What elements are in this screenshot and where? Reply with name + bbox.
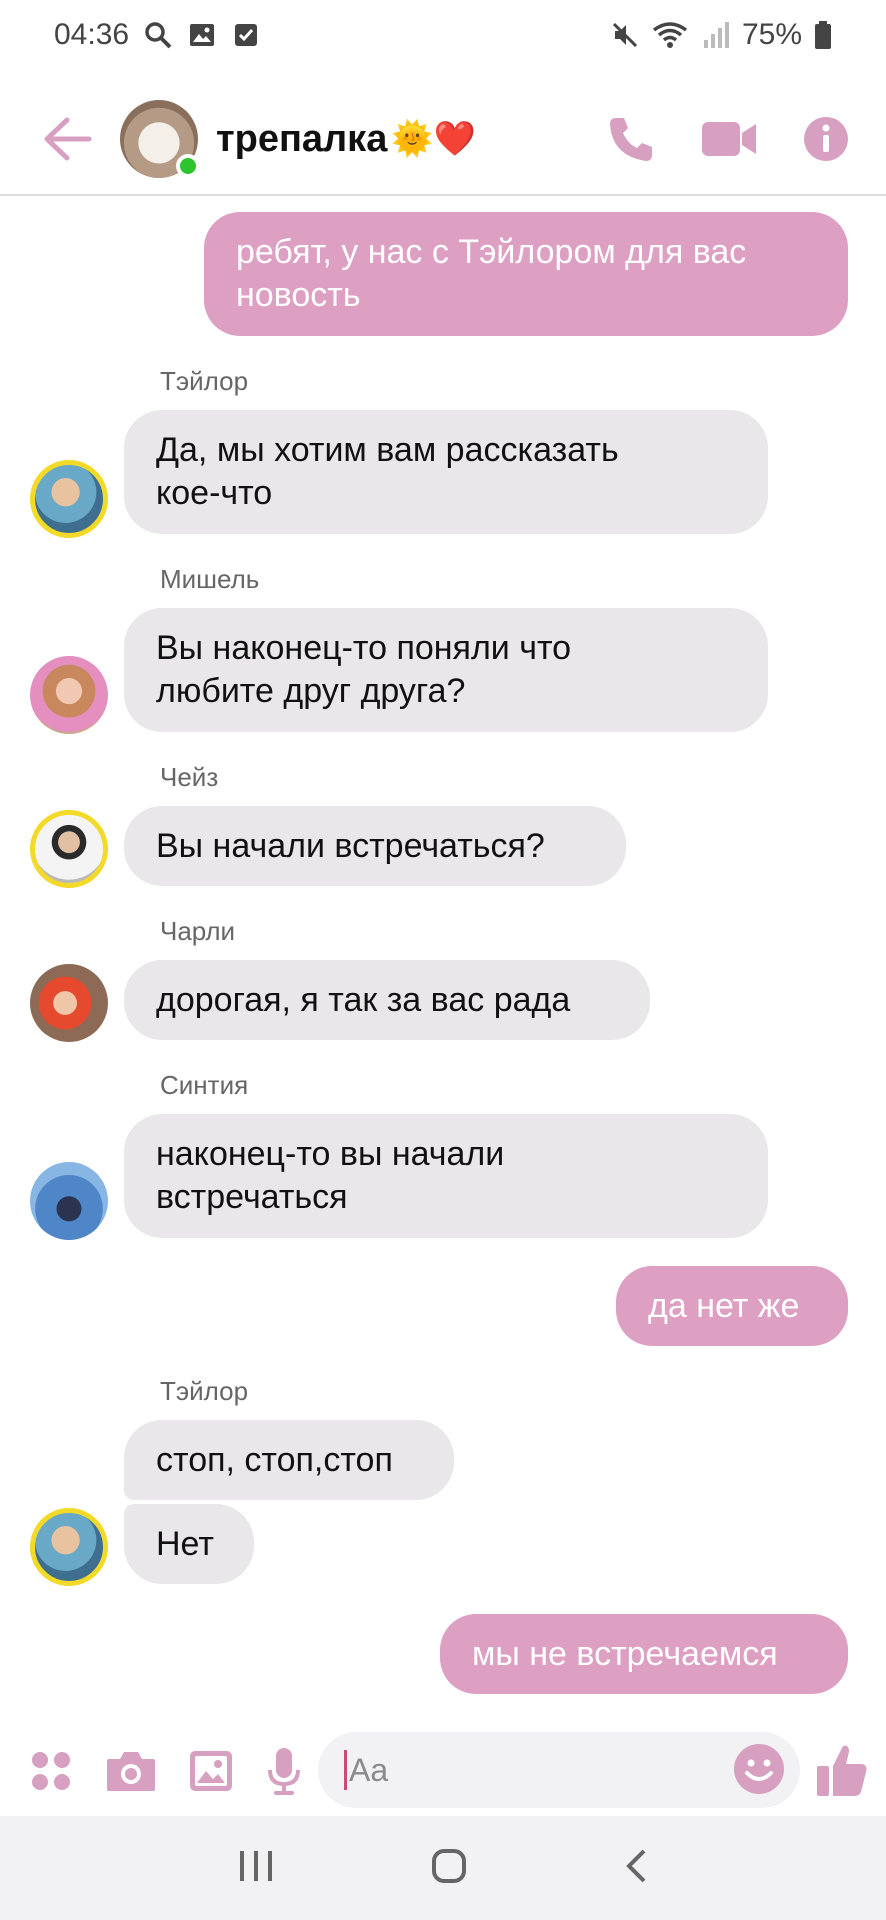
message-bubble-incoming[interactable]: Нет (124, 1504, 254, 1584)
message-bubble-incoming[interactable]: Вы наконец-то поняли что любите друг дру… (124, 608, 768, 732)
avatar[interactable] (30, 810, 108, 888)
back-button[interactable] (38, 109, 98, 169)
message-composer (0, 1728, 886, 1814)
recent-apps-icon (240, 1850, 273, 1881)
microphone-icon (268, 1748, 300, 1795)
info-icon (804, 117, 848, 161)
home-button[interactable] (431, 1848, 467, 1889)
chat-header: трепалка 🌞❤️ (0, 84, 886, 196)
avatar[interactable] (30, 1508, 108, 1586)
info-button[interactable] (802, 115, 850, 163)
battery-icon (814, 20, 832, 50)
gallery-icon (187, 20, 217, 50)
video-call-button[interactable] (700, 118, 758, 160)
message-text: Нет (156, 1524, 214, 1563)
message-text: наконец-то вы начали (156, 1135, 505, 1173)
image-icon (190, 1751, 232, 1791)
avatar[interactable] (30, 1162, 108, 1240)
sender-name: Чарли (160, 916, 236, 946)
message-text: любите друг друга? (156, 672, 466, 710)
message-text: мы не встречаемся (472, 1634, 778, 1673)
avatar[interactable] (30, 656, 108, 734)
message-text: да нет же (648, 1286, 800, 1325)
camera-button[interactable] (104, 1746, 158, 1796)
online-indicator (176, 154, 200, 178)
back-nav-button[interactable] (624, 1848, 648, 1889)
search-icon (143, 20, 173, 50)
sender-name: Синтия (160, 1070, 249, 1100)
message-text: дорогая, я так за вас рада (156, 980, 571, 1019)
message-bubble-outgoing[interactable]: да нет же (616, 1266, 848, 1346)
sender-name: Чейз (160, 762, 219, 792)
chevron-left-icon (625, 1849, 646, 1882)
voice-message-button[interactable] (264, 1744, 304, 1798)
message-text: новость (236, 276, 361, 314)
checkbox-icon (231, 20, 261, 50)
recent-apps-button[interactable] (238, 1849, 274, 1888)
sender-name: Тэйлор (160, 366, 249, 396)
smiley-icon (734, 1744, 784, 1794)
message-bubble-outgoing[interactable]: ребят, у нас с Тэйлором для вас новость (204, 212, 848, 336)
battery-percent: 75% (741, 18, 802, 51)
chat-title-emoji: 🌞❤️ (391, 119, 477, 159)
text-caret (344, 1750, 347, 1790)
gallery-button[interactable] (186, 1746, 236, 1796)
message-input-container[interactable] (318, 1732, 800, 1808)
wifi-icon (652, 20, 688, 50)
signal-icon (700, 20, 730, 50)
grid-dots-icon (32, 1752, 70, 1790)
chat-title-text: трепалка (216, 117, 388, 160)
message-text: стоп, стоп,стоп (156, 1440, 393, 1479)
sender-name: Тэйлор (160, 1376, 249, 1406)
message-bubble-incoming[interactable]: наконец-то вы начали встречаться (124, 1114, 768, 1238)
call-button[interactable] (606, 114, 656, 164)
message-bubble-incoming[interactable]: Вы начали встречаться? (124, 806, 626, 886)
message-bubble-incoming[interactable]: стоп, стоп,стоп (124, 1420, 454, 1500)
message-text: Вы начали встречаться? (156, 826, 545, 865)
system-navigation-bar (0, 1816, 886, 1920)
group-avatar[interactable] (120, 100, 200, 178)
status-bar: 04:36 75% (0, 0, 886, 70)
message-text: Да, мы хотим вам рассказать (156, 431, 619, 469)
message-list[interactable]: ребят, у нас с Тэйлором для вас новость … (0, 198, 886, 1728)
message-bubble-incoming[interactable]: дорогая, я так за вас рада (124, 960, 650, 1040)
message-text: кое-что (156, 474, 273, 512)
emoji-button[interactable] (732, 1742, 786, 1801)
home-icon (431, 1848, 466, 1883)
phone-icon (610, 118, 652, 161)
message-bubble-incoming[interactable]: Да, мы хотим вам рассказать кое-что (124, 410, 768, 534)
like-button[interactable] (814, 1740, 870, 1800)
message-text: встречаться (156, 1178, 348, 1216)
avatar[interactable] (30, 460, 108, 538)
sender-name: Мишель (160, 564, 260, 594)
message-text: ребят, у нас с Тэйлором для вас (236, 233, 747, 271)
thumbs-up-icon (817, 1745, 867, 1796)
chat-title[interactable]: трепалка 🌞❤️ (216, 118, 476, 161)
video-camera-icon (702, 122, 756, 156)
message-input[interactable] (349, 1751, 689, 1789)
camera-icon (107, 1752, 155, 1791)
mute-icon (610, 20, 640, 50)
avatar[interactable] (30, 964, 108, 1042)
message-bubble-outgoing[interactable]: мы не встречаемся (440, 1614, 848, 1694)
status-time: 04:36 (54, 18, 130, 51)
more-actions-button[interactable] (28, 1748, 74, 1794)
message-text: Вы наконец-то поняли что (156, 629, 572, 667)
arrow-left-icon (44, 117, 92, 161)
